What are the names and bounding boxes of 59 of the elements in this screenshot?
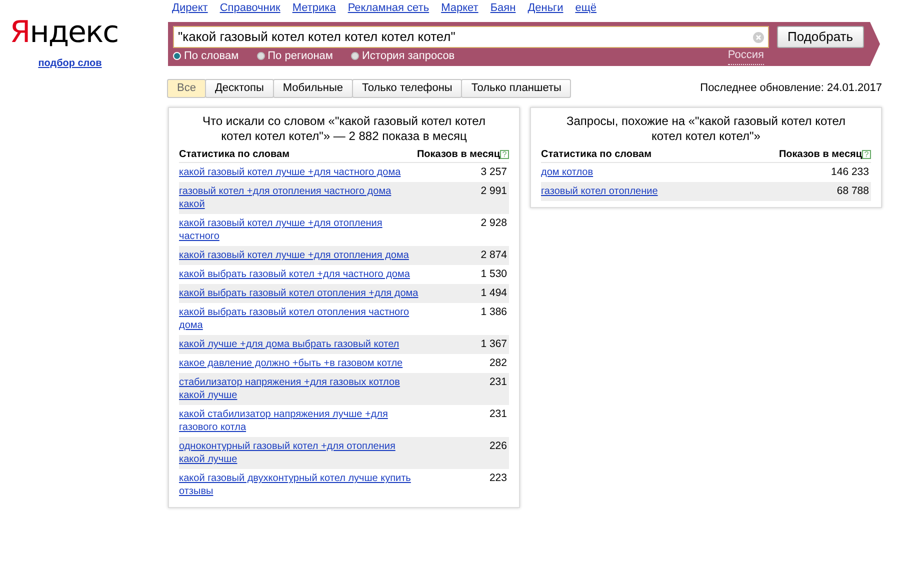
device-tab[interactable]: Только телефоны	[352, 79, 462, 98]
subtitle-link[interactable]: подбор слов	[38, 56, 130, 71]
phrase-link[interactable]: какой газовый котел лучше +для отопления частного	[179, 217, 419, 243]
phrase-link[interactable]: какой газовый котел лучше +для отопления дома	[179, 249, 419, 262]
column-header: Статистика по словам	[541, 148, 652, 162]
count-cell-text: 2 874	[480, 249, 508, 262]
panel-title: Что искали со словом «"какой газовый котел котел котел котел котел"» — 2 882 показа в месяц	[202, 114, 486, 144]
phrase-link[interactable]: какой газовый двухконтурный котел лучше купить отзывы	[179, 472, 419, 498]
count-cell-text: 146 233	[831, 166, 870, 179]
column-header: Показов в месяц	[778, 148, 862, 162]
logo: Яндекс	[10, 16, 120, 50]
count-cell-text: 3 257	[480, 166, 508, 179]
service-link[interactable]: Метрика	[292, 0, 336, 16]
count-cell-text: 282	[489, 357, 508, 370]
count-cell-text: 231	[489, 376, 508, 390]
count-cell-text: 2 991	[480, 185, 508, 199]
phrase-link[interactable]: какой лучше +для дома выбрать газовый котел	[179, 338, 419, 351]
phrase-link[interactable]: какой стабилизатор напряжения лучше +для газового котла	[179, 408, 419, 434]
search-button[interactable]: Подобрать	[776, 26, 864, 48]
service-link[interactable]: ещё	[575, 0, 597, 16]
phrase-link[interactable]: одноконтурный газовый котел +для отопления какой лучше	[179, 440, 419, 466]
device-tab[interactable]: Мобильные	[272, 79, 353, 98]
service-link[interactable]: Баян	[490, 0, 516, 16]
last-update: Последнее обновление: 24.01.2017	[700, 81, 882, 96]
count-cell-text: 1 367	[480, 338, 508, 351]
count-cell-text: 223	[489, 472, 508, 486]
count-cell-text: 68 788	[836, 185, 870, 198]
phrase-link[interactable]: какой выбрать газовый котел отопления +для дома	[179, 287, 419, 300]
mode-radio[interactable]: По словам	[173, 48, 239, 64]
mode-radio[interactable]: По регионам	[256, 48, 333, 64]
phrase-link[interactable]: какой выбрать газовый котел отопления частного дома	[179, 306, 419, 332]
phrase-link[interactable]: стабилизатор напряжения +для газовых котлов какой лучше	[179, 376, 419, 402]
service-link[interactable]: Справочник	[220, 0, 280, 16]
count-cell-text: 231	[489, 408, 508, 422]
count-cell-text: 1 494	[480, 287, 508, 300]
service-link[interactable]: Рекламная сеть	[348, 0, 430, 16]
column-header: Показов в месяц	[416, 148, 500, 162]
phrase-link[interactable]: газовый котел отопление	[541, 185, 781, 198]
count-cell-text: 1 530	[480, 268, 508, 281]
mode-radio[interactable]: История запросов	[351, 48, 455, 64]
count-cell-text: 2 928	[480, 217, 508, 231]
column-header: Статистика по словам	[179, 148, 290, 162]
phrase-link[interactable]: какой газовый котел лучше +для частного дома	[179, 166, 419, 179]
device-tab[interactable]: Только планшеты	[461, 79, 572, 98]
device-tab[interactable]: Десктопы	[204, 79, 274, 98]
count-cell-text: 1 386	[480, 306, 508, 320]
service-link[interactable]: Директ	[172, 0, 208, 16]
region-link[interactable]: Россия	[728, 47, 764, 65]
service-link[interactable]: Деньги	[528, 0, 564, 16]
service-link[interactable]: Маркет	[441, 0, 478, 16]
panel-title: Запросы, похожие на «"какой газовый котел котел котел котел котел"»	[565, 114, 847, 144]
count-cell-text: 226	[489, 440, 508, 454]
phrase-link[interactable]: дом котлов	[541, 166, 781, 179]
clear-icon[interactable]	[752, 32, 764, 42]
phrase-link[interactable]: какое давление должно +быть +в газовом котле	[179, 357, 419, 370]
search-field[interactable]: "какой газовый котел котел котел котел котел"	[173, 26, 769, 48]
device-tab[interactable]: Все	[167, 79, 206, 98]
phrase-link[interactable]: газовый котел +для отопления частного дома какой	[179, 185, 419, 211]
phrase-link[interactable]: какой выбрать газовый котел +для частного дома	[179, 268, 419, 281]
